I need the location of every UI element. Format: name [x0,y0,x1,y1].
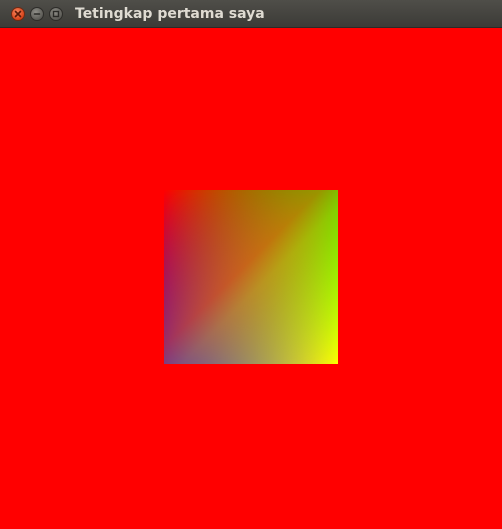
maximize-icon [52,10,60,18]
render-canvas[interactable] [0,28,502,529]
title-bar[interactable]: Tetingkap pertama saya [0,0,502,28]
close-button[interactable] [11,7,25,21]
app-window: Tetingkap pertama saya [0,0,502,529]
maximize-button[interactable] [49,7,63,21]
minimize-icon [33,13,41,15]
gradient-square [164,190,338,364]
minimize-button[interactable] [30,7,44,21]
close-icon [14,10,22,18]
window-title: Tetingkap pertama saya [75,6,265,22]
square-diagonal-blend [164,190,338,364]
